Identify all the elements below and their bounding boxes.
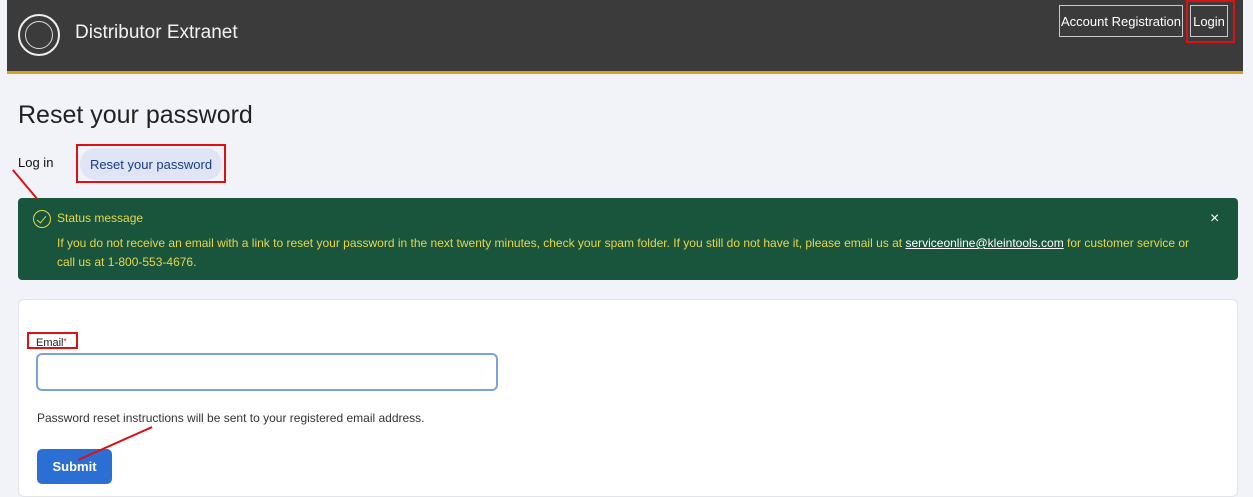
top-navigation-bar: Distributor Extranet <box>7 0 1243 74</box>
check-circle-icon <box>33 210 51 228</box>
submit-button[interactable]: Submit <box>37 449 112 484</box>
tab-log-in[interactable]: Log in <box>18 155 53 170</box>
annotation-box-email <box>27 332 78 349</box>
klein-tools-logo[interactable] <box>18 14 60 56</box>
support-email-link[interactable]: serviceonline@kleintools.com <box>905 236 1063 250</box>
close-icon[interactable]: × <box>1210 210 1219 228</box>
status-message-panel: Status message If you do not receive an … <box>18 198 1238 280</box>
account-registration-button[interactable]: Account Registration <box>1059 5 1183 37</box>
logo-emblem-icon <box>25 21 53 49</box>
email-field[interactable] <box>36 353 498 391</box>
annotation-box-reset-tab <box>76 144 226 183</box>
status-message-part: If you do not receive an email with a li… <box>57 236 906 250</box>
help-text: Password reset instructions will be sent… <box>37 411 425 425</box>
reset-form-card <box>18 299 1238 497</box>
status-title: Status message <box>57 211 144 225</box>
page-title: Reset your password <box>18 101 253 129</box>
annotation-arrow-status <box>12 169 39 200</box>
site-title[interactable]: Distributor Extranet <box>75 22 238 44</box>
status-message-text: If you do not receive an email with a li… <box>57 234 1207 272</box>
annotation-box-login <box>1186 0 1235 43</box>
